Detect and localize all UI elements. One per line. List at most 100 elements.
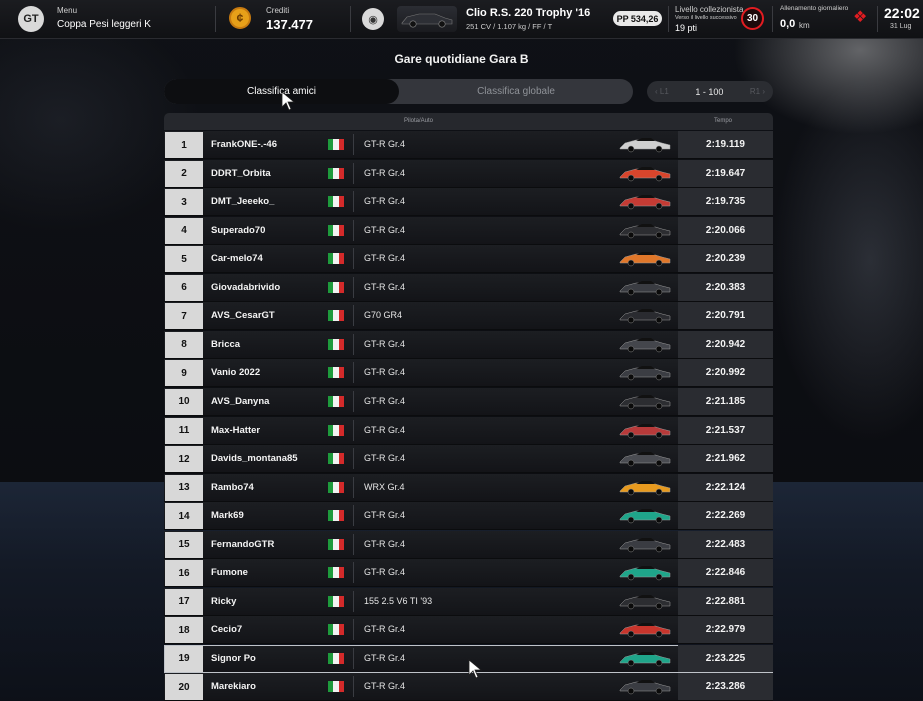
car-thumbnail-icon — [619, 337, 671, 353]
driver-name: Max-Hatter — [211, 424, 261, 436]
gt-logo-icon[interactable]: GT — [18, 6, 44, 32]
driver-name: Bricca — [211, 338, 241, 350]
lap-time-cell: 2:20.791 — [678, 302, 773, 330]
table-row[interactable]: 15 FernandoGTR GT-R Gr.4 2:22.483 — [164, 530, 773, 559]
pointer-cursor-icon — [468, 659, 482, 679]
italy-flag-icon — [328, 395, 344, 407]
lap-time: 2:20.992 — [705, 367, 746, 379]
table-row[interactable]: 17 Ricky 155 2.5 V6 TI '93 2:22.881 — [164, 587, 773, 616]
table-row[interactable]: 1 FrankONE-.-46 GT-R Gr.4 2:19.119 — [164, 131, 773, 159]
lap-time-cell: 2:22.124 — [678, 473, 773, 501]
table-row[interactable]: 18 Cecio7 GT-R Gr.4 2:22.979 — [164, 616, 773, 645]
divider — [353, 390, 354, 412]
collector-points: 19 pti — [675, 23, 698, 33]
prev-hint: L1 — [659, 87, 669, 96]
italy-flag-icon — [328, 167, 344, 179]
lap-time: 2:21.185 — [705, 395, 746, 407]
car-thumbnail-icon — [619, 509, 671, 524]
table-row[interactable]: 5 Car-melo74 GT-R Gr.4 2:20.239 — [164, 245, 773, 274]
divider — [353, 219, 354, 241]
car-thumbnail-icon — [619, 394, 671, 410]
divider — [353, 134, 354, 155]
next-page-icon[interactable]: R1 › — [750, 87, 765, 96]
car-model: GT-R Gr.4 — [364, 652, 406, 663]
italy-flag-icon — [328, 681, 344, 693]
italy-flag-icon — [328, 538, 344, 550]
credits-coin-icon: ¢ — [229, 7, 251, 29]
divider — [353, 305, 354, 327]
lap-time: 2:22.269 — [705, 510, 746, 522]
lap-time: 2:20.791 — [705, 310, 746, 322]
divider — [353, 248, 354, 270]
car-thumbnail-icon — [619, 594, 671, 610]
driver-name: Mark69 — [211, 510, 244, 522]
driver-name: FrankONE-.-46 — [211, 139, 277, 150]
position-badge: 11 — [165, 417, 203, 444]
car-thumbnail-icon — [619, 423, 671, 438]
position-badge: 9 — [165, 360, 203, 387]
event-name: Coppa Pesi leggeri K — [57, 19, 151, 30]
table-row[interactable]: 10 AVS_Danyna GT-R Gr.4 2:21.185 — [164, 387, 773, 416]
divider — [350, 6, 351, 32]
table-row[interactable]: 12 Davids_montana85 GT-R Gr.4 2:21.962 — [164, 445, 773, 474]
car-thumbnail-icon — [619, 480, 671, 495]
divider — [353, 276, 354, 298]
position-badge: 1 — [165, 132, 203, 158]
credits-label: Crediti — [266, 6, 290, 15]
italy-flag-icon — [328, 481, 344, 493]
position-badge: 7 — [165, 303, 203, 330]
car-specs: 251 CV / 1.107 kg / FF / T — [466, 22, 553, 31]
table-row[interactable]: 8 Bricca GT-R Gr.4 2:20.942 — [164, 330, 773, 359]
car-thumbnail-icon — [619, 566, 671, 581]
car-thumbnail-icon — [619, 366, 671, 381]
table-row[interactable]: 9 Vanio 2022 GT-R Gr.4 2:20.992 — [164, 359, 773, 388]
car-model: GT-R Gr.4 — [364, 395, 406, 406]
tab-global-leaderboard[interactable]: Classifica globale — [399, 79, 633, 104]
divider — [353, 562, 354, 584]
car-model: GT-R Gr.4 — [364, 538, 406, 549]
divider — [353, 448, 354, 470]
italy-flag-icon — [328, 310, 344, 322]
divider — [353, 476, 354, 498]
driver-name: Fumone — [211, 567, 248, 579]
lap-time-cell: 2:22.881 — [678, 587, 773, 615]
credits-value: 137.477 — [266, 17, 313, 32]
table-row[interactable]: 4 Superado70 GT-R Gr.4 2:20.066 — [164, 216, 773, 245]
menu-label[interactable]: Menu — [57, 6, 77, 15]
clock-date: 31 Lug — [890, 23, 912, 30]
driver-name: Rambo74 — [211, 481, 254, 493]
table-row[interactable]: 16 Fumone GT-R Gr.4 2:22.846 — [164, 559, 773, 588]
lap-time: 2:23.225 — [705, 652, 746, 664]
lap-time: 2:20.942 — [705, 338, 746, 350]
car-model: GT-R Gr.4 — [364, 367, 406, 378]
position-badge: 5 — [165, 246, 203, 273]
car-model: GT-R Gr.4 — [364, 139, 406, 149]
car-thumbnail-icon — [619, 651, 671, 667]
table-row[interactable]: 2 DDRT_Orbita GT-R Gr.4 2:19.647 — [164, 159, 773, 188]
lap-time-cell: 2:21.537 — [678, 416, 773, 444]
driver-name: FernandoGTR — [211, 538, 275, 550]
prev-page-icon[interactable]: ‹ L1 — [655, 87, 669, 96]
garage-icon[interactable]: ◉ — [362, 8, 384, 30]
driver-name: Giovadabrivido — [211, 281, 281, 293]
lap-time: 2:19.119 — [706, 139, 745, 150]
italy-flag-icon — [328, 196, 344, 208]
table-row[interactable]: 3 DMT_Jeeeko_ GT-R Gr.4 2:19.735 — [164, 188, 773, 217]
italy-flag-icon — [328, 510, 344, 522]
car-model: GT-R Gr.4 — [364, 167, 406, 178]
lap-time: 2:22.979 — [705, 624, 746, 636]
table-row[interactable]: 6 Giovadabrivido GT-R Gr.4 2:20.383 — [164, 273, 773, 302]
table-row[interactable]: 14 Mark69 GT-R Gr.4 2:22.269 — [164, 502, 773, 531]
position-badge: 16 — [165, 560, 203, 587]
pp-badge: PP 534,26 — [613, 11, 662, 26]
leaderboard-table: Pilota/Auto Tempo 1 FrankONE-.-46 GT-R Gr.… — [164, 113, 773, 701]
driver-name: Davids_montana85 — [211, 453, 298, 465]
table-row[interactable]: 13 Rambo74 WRX Gr.4 2:22.124 — [164, 473, 773, 502]
table-row[interactable]: 11 Max-Hatter GT-R Gr.4 2:21.537 — [164, 416, 773, 445]
position-badge: 12 — [165, 446, 203, 473]
lap-time-cell: 2:20.239 — [678, 245, 773, 273]
page-range-selector[interactable]: ‹ L1 1 - 100 R1 › — [647, 81, 773, 102]
table-row[interactable]: 7 AVS_CesarGT G70 GR4 2:20.791 — [164, 302, 773, 331]
car-thumbnail-icon — [619, 452, 671, 467]
current-car-thumbnail[interactable] — [397, 6, 457, 32]
